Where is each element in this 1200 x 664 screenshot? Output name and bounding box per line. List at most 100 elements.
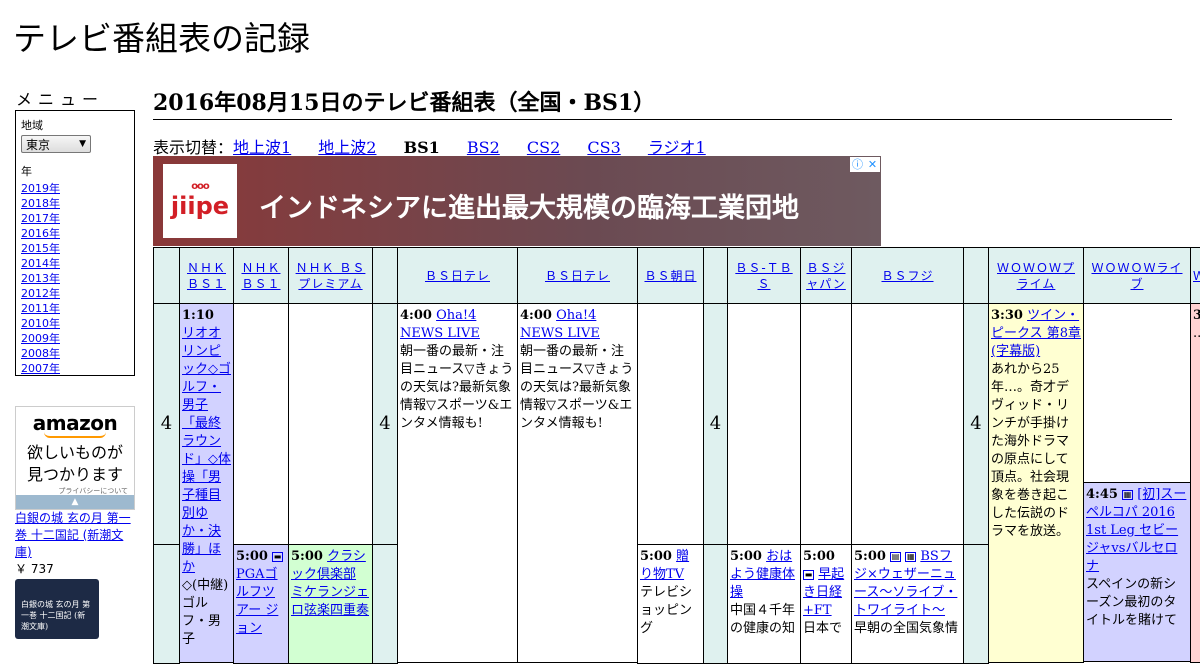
header-bs-ntv-b[interactable]: ＢＳ日テレ xyxy=(517,247,638,304)
header-nhk-bs1-a-link[interactable]: ＮＨＫ ＢＳ１ xyxy=(182,260,231,292)
header-wowow-cinema[interactable]: Ｗ xyxy=(1190,247,1200,304)
year-link-2018[interactable]: 2018年 xyxy=(21,196,129,211)
region-label: 地域 xyxy=(21,119,43,132)
program-bs-asahi-shopping: 5:00 贈り物TV テレビショッピング xyxy=(637,544,704,664)
header-wowow-prime-link[interactable]: ＷＯＷＯＷプライム xyxy=(991,260,1081,292)
book-title-link[interactable]: 白銀の城 玄の月 第一巻 十二国記 (新潮文庫) xyxy=(15,511,131,559)
program-time: 3 xyxy=(1193,308,1200,323)
header-wowow-cinema-link[interactable]: Ｗ xyxy=(1193,268,1200,284)
tab-cs3[interactable]: CS3 xyxy=(587,138,620,157)
year-link-2007[interactable]: 2007年 xyxy=(21,361,129,376)
header-nhk-bs1-a[interactable]: ＮＨＫ ＢＳ１ xyxy=(179,247,234,304)
hour-cell-3-next xyxy=(703,544,728,664)
header-bs-fuji-link[interactable]: ＢＳフジ xyxy=(881,268,933,284)
program-empty-bs-fuji xyxy=(851,303,964,545)
program-time: 4:00 xyxy=(520,308,552,323)
header-bs-japan[interactable]: ＢＳジャパン xyxy=(800,247,852,304)
program-desc: ◇(中継)ゴルフ・男子 xyxy=(182,578,229,647)
header-nhk-bs-premium-link[interactable]: ＮＨＫ ＢＳプレミアム xyxy=(291,260,370,292)
menu-heading: メニュー xyxy=(16,90,105,109)
year-link-2016[interactable]: 2016年 xyxy=(21,226,129,241)
year-link-2008[interactable]: 2008年 xyxy=(21,346,129,361)
header-wowow-prime[interactable]: ＷＯＷＯＷプライム xyxy=(988,247,1084,304)
subtitle-icon: ▦ xyxy=(905,551,917,562)
book-cover-image[interactable]: 白銀の城 玄の月 第一巻 十二国記 (新潮文庫) xyxy=(15,579,99,639)
program-desc: あれから25年…。奇才デヴィッド・リンチが手掛けた海外ドラマの原点にして頂点。社… xyxy=(991,362,1070,539)
program-empty-wowow-live xyxy=(1083,303,1191,483)
header-nhk-bs1-b[interactable]: ＮＨＫ ＢＳ１ xyxy=(233,247,289,304)
header-bs-ntv-b-link[interactable]: ＢＳ日テレ xyxy=(545,268,610,284)
year-link-2010[interactable]: 2010年 xyxy=(21,316,129,331)
tab-radio-1[interactable]: ラジオ1 xyxy=(648,138,706,157)
program-title-link[interactable]: リオオリンピック◇ゴルフ・男子「最終ラウンド」◇体操「男子種目別ゆか・決勝」ほか xyxy=(182,326,231,575)
program-desc: ... xyxy=(1193,326,1200,341)
program-empty-bs-japan xyxy=(800,303,852,545)
amazon-logo: amazon xyxy=(32,411,118,435)
header-hour-col-1 xyxy=(153,247,180,304)
year-label: 年 xyxy=(21,165,32,178)
year-link-2015[interactable]: 2015年 xyxy=(21,241,129,256)
program-bs-tbs-exercise: 5:00 おはよう健康体操 中国４千年の健康の知 xyxy=(727,544,801,664)
program-bs-ntv-oha4-b: 4:00 Oha!4 NEWS LIVE 朝一番の最新・注目ニュース▽きょうの天… xyxy=(517,303,638,663)
program-time: 5:00 xyxy=(640,549,672,564)
program-nhk-bs1-olympics: 1:10 リオオリンピック◇ゴルフ・男子「最終ラウンド」◇体操「男子種目別ゆか・… xyxy=(179,303,234,663)
hour-cell-4: 4 xyxy=(963,303,989,545)
hd-icon: ▬ xyxy=(272,551,284,562)
program-desc: スペインの新シーズン最初のタイトルを賭けて xyxy=(1086,577,1178,628)
site-title: テレビ番組表の記録 xyxy=(13,19,310,58)
header-bs-asahi-link[interactable]: ＢＳ朝日 xyxy=(644,268,696,284)
header-bs-ntv-a-link[interactable]: ＢＳ日テレ xyxy=(425,268,490,284)
ad-banner[interactable]: ooo jiipe インドネシアに進出最大規模の臨海工業団地 xyxy=(153,156,881,246)
year-link-2013[interactable]: 2013年 xyxy=(21,271,129,286)
tab-cs2[interactable]: CS2 xyxy=(527,138,560,157)
header-bs-ntv-a[interactable]: ＢＳ日テレ xyxy=(397,247,518,304)
tab-bs1-current: BS1 xyxy=(403,138,440,157)
year-link-2019[interactable]: 2019年 xyxy=(21,181,129,196)
header-hour-col-2 xyxy=(372,247,398,304)
hour-cell-4-next xyxy=(963,544,989,664)
jiipe-logo-dots: ooo xyxy=(191,181,210,192)
program-premium-classic: 5:00 クラシック倶楽部 ミケランジェロ弦楽四重奏 xyxy=(288,544,373,664)
ad-close-icon[interactable]: ✕ xyxy=(865,157,880,172)
tab-terrestrial-2[interactable]: 地上波2 xyxy=(318,138,376,157)
header-wowow-live-link[interactable]: ＷＯＷＯＷライブ xyxy=(1086,260,1188,292)
book-info: 白銀の城 玄の月 第一巻 十二国記 (新潮文庫) ￥ 737 xyxy=(15,510,137,578)
amazon-tagline-2: 見つかります xyxy=(26,465,123,484)
program-empty-bs-tbs xyxy=(727,303,801,545)
program-nhk-bs1-pga: 5:00 ▬ PGAゴルフツアー ジョン xyxy=(233,544,289,664)
ad-info-icon[interactable]: ⓘ xyxy=(850,157,865,172)
hd-icon: ▬ xyxy=(803,569,814,580)
year-link-2014[interactable]: 2014年 xyxy=(21,256,129,271)
header-wowow-live[interactable]: ＷＯＷＯＷライブ xyxy=(1083,247,1191,304)
program-time: 3:30 xyxy=(991,308,1023,323)
tab-terrestrial-1[interactable]: 地上波1 xyxy=(233,138,291,157)
program-time: 4:45 xyxy=(1086,487,1118,502)
amazon-scroll-bar[interactable]: ▲ xyxy=(16,495,134,509)
banner-text: インドネシアに進出最大規模の臨海工業団地 xyxy=(259,193,799,224)
year-link-2017[interactable]: 2017年 xyxy=(21,211,129,226)
year-link-2011[interactable]: 2011年 xyxy=(21,301,129,316)
region-select[interactable]: 東京 ▼ xyxy=(21,135,91,153)
program-bs-ntv-oha4-a: 4:00 Oha!4 NEWS LIVE 朝一番の最新・注目ニュース▽きょうの天… xyxy=(397,303,518,663)
amazon-ad[interactable]: amazon 欲しいものが 見つかります プライバシーについて ▲ xyxy=(15,406,135,510)
year-link-2012[interactable]: 2012年 xyxy=(21,286,129,301)
hour-cell-3: 4 xyxy=(703,303,728,545)
header-bs-tbs-link[interactable]: ＢＳ-ＴＢＳ xyxy=(730,260,798,292)
program-title-link[interactable]: PGAゴルフツアー ジョン xyxy=(236,567,278,636)
header-bs-asahi[interactable]: ＢＳ朝日 xyxy=(637,247,704,304)
program-empty-nhk-bs1-b xyxy=(233,303,289,545)
header-bs-fuji[interactable]: ＢＳフジ xyxy=(851,247,964,304)
program-time: 5:00 xyxy=(854,549,886,564)
tab-bs2[interactable]: BS2 xyxy=(467,138,500,157)
ad-choices[interactable]: ⓘ ✕ xyxy=(850,157,880,172)
hour-cell-1-next xyxy=(153,544,180,664)
program-time: 5:00 xyxy=(291,549,323,564)
amazon-tagline-1: 欲しいものが xyxy=(26,443,123,462)
year-link-2009[interactable]: 2009年 xyxy=(21,331,129,346)
header-bs-japan-link[interactable]: ＢＳジャパン xyxy=(803,260,849,292)
header-bs-tbs[interactable]: ＢＳ-ＴＢＳ xyxy=(727,247,801,304)
year-list: 2019年 2018年 2017年 2016年 2015年 2014年 2013… xyxy=(21,181,129,376)
header-nhk-bs1-b-link[interactable]: ＮＨＫ ＢＳ１ xyxy=(236,260,286,292)
header-nhk-bs-premium[interactable]: ＮＨＫ ＢＳプレミアム xyxy=(288,247,373,304)
region-value: 東京 xyxy=(26,137,51,152)
